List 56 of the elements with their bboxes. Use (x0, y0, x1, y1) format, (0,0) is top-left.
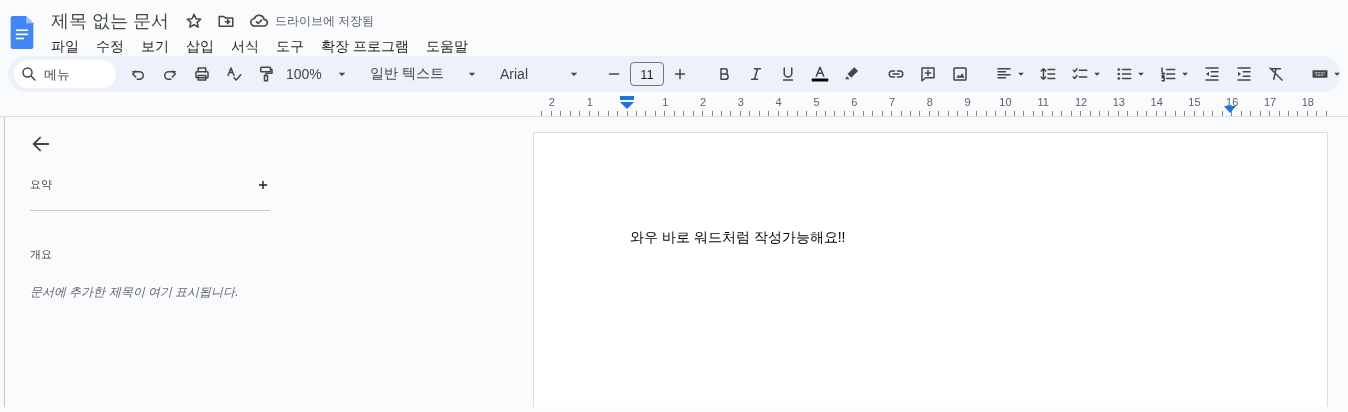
ruler-number: 5 (813, 96, 820, 109)
ruler-number: 11 (1037, 96, 1049, 109)
document-text[interactable]: 와우 바로 워드처럼 작성가능해요!! (630, 229, 1327, 247)
ruler-number: 15 (1188, 96, 1201, 109)
menu-item[interactable]: 파일 (51, 36, 86, 58)
ruler-number: 17 (1263, 96, 1277, 109)
ruler-number: 14 (1150, 96, 1163, 109)
paint-format-icon[interactable] (257, 65, 275, 83)
save-status: 드라이브에 저장됨 (275, 12, 375, 30)
outline-label: 개요 (30, 247, 53, 262)
menu-item[interactable]: 확장 프로그램 (321, 36, 416, 58)
search-field[interactable]: 메뉴 (14, 60, 116, 88)
menu-item[interactable]: 수정 (96, 36, 131, 58)
print-icon[interactable] (193, 65, 211, 83)
docs-logo-icon[interactable] (10, 16, 34, 49)
indent-marker-icon[interactable] (620, 96, 635, 109)
ruler-number: 13 (1112, 96, 1125, 109)
line-spacing-icon[interactable] (1039, 65, 1057, 83)
ruler-number: 1 (586, 96, 593, 109)
menu-item[interactable]: 보기 (141, 36, 176, 58)
ruler-number: 2 (700, 96, 707, 109)
font-dropdown[interactable]: Arial (496, 60, 586, 88)
search-icon (20, 65, 38, 83)
ruler-number: 2 (548, 96, 555, 109)
image-icon[interactable] (951, 65, 969, 83)
ruler-number: 6 (851, 96, 858, 109)
zoom-dropdown[interactable]: 100% (282, 60, 354, 88)
bulleted-list-icon[interactable] (1115, 65, 1133, 83)
summary-label: 요약 (30, 177, 52, 192)
style-dropdown[interactable]: 일반 텍스트 (366, 60, 484, 88)
menu-item[interactable]: 서식 (231, 36, 266, 58)
ruler-number: 8 (926, 96, 933, 109)
document-title[interactable]: 제목 없는 문서 (51, 9, 169, 33)
ruler-number: 10 (999, 96, 1012, 109)
ruler-number: 3 (737, 96, 744, 109)
ruler-number: 18 (1301, 96, 1314, 109)
decrease-indent-icon[interactable] (1203, 65, 1221, 83)
font-size-field[interactable]: 11 (630, 62, 664, 86)
ruler-number: 7 (889, 96, 896, 109)
ruler-number: 4 (775, 96, 782, 109)
menu-item[interactable]: 도구 (276, 36, 311, 58)
text-color-icon[interactable] (811, 65, 829, 83)
numbered-list-icon[interactable] (1159, 65, 1177, 83)
right-margin-marker-icon[interactable] (1224, 106, 1236, 113)
star-icon[interactable] (185, 12, 203, 30)
increase-indent-icon[interactable] (1235, 65, 1253, 83)
outline-hint: 문서에 추가한 제목이 여기 표시됩니다. (30, 284, 240, 301)
spellcheck-icon[interactable] (225, 65, 243, 83)
ruler-number: 16 (1226, 96, 1239, 109)
ruler-number: 12 (1074, 96, 1088, 109)
menu-item[interactable]: 도움말 (425, 36, 475, 58)
menu-item[interactable]: 삽입 (186, 36, 221, 58)
add-comment-icon[interactable] (919, 65, 937, 83)
ruler-number: 1 (662, 96, 669, 109)
clear-formatting-icon[interactable] (1267, 65, 1285, 83)
ruler-number: 9 (964, 96, 971, 109)
